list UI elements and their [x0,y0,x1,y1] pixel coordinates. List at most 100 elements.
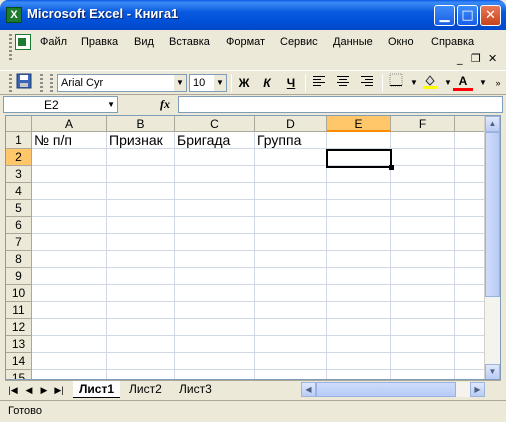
grid-cell[interactable] [107,149,175,166]
scroll-up-button[interactable]: ▲ [485,116,500,132]
grid-cell[interactable] [255,166,327,183]
grid-cell[interactable] [175,336,255,353]
grid-cell[interactable] [391,200,455,217]
column-header-f[interactable]: F [391,116,455,132]
grid-cell[interactable] [175,234,255,251]
grid-cell[interactable] [455,183,485,200]
chevron-down-icon[interactable]: ▼ [107,100,115,109]
grid-cell[interactable] [32,183,107,200]
align-right-icon[interactable] [357,73,377,93]
grid-cell[interactable] [455,234,485,251]
menu-window[interactable]: Окно [388,36,414,48]
grid-cell[interactable] [107,336,175,353]
grid-cell[interactable] [327,353,391,370]
row-header-12[interactable]: 12 [6,319,32,336]
grid-cell[interactable] [175,370,255,379]
grid-cell[interactable] [175,251,255,268]
grid-cell[interactable] [32,251,107,268]
grid-cell[interactable] [107,285,175,302]
row-header-6[interactable]: 6 [6,217,32,234]
grid-cell[interactable] [455,251,485,268]
menu-data[interactable]: Данные [333,36,373,48]
menu-file[interactable]: Файл [40,36,67,48]
grid-cell[interactable] [327,183,391,200]
column-header-d[interactable]: D [255,116,327,132]
grid-cell[interactable] [255,268,327,285]
grid-cell[interactable] [175,166,255,183]
grid-cell[interactable] [255,370,327,379]
row-header-4[interactable]: 4 [6,183,32,200]
grid-cell[interactable] [391,302,455,319]
grid-cell[interactable] [255,302,327,319]
cell-c1[interactable]: Бригада [175,132,255,149]
grid-cell[interactable] [32,149,107,166]
row-header-9[interactable]: 9 [6,268,32,285]
excel-app-icon[interactable]: X [6,7,22,23]
grid-cell[interactable] [255,234,327,251]
grid-cell[interactable] [255,149,327,166]
grid-cell[interactable] [391,149,455,166]
grid-cell[interactable] [391,319,455,336]
grid-cell[interactable] [107,370,175,379]
grid-cell[interactable] [255,200,327,217]
last-sheet-icon[interactable]: ▶| [53,383,65,397]
row-header-15[interactable]: 15 [6,370,32,379]
chevron-down-icon[interactable]: ▼ [174,75,186,91]
grid-cell[interactable] [327,166,391,183]
font-color-icon[interactable]: A [453,73,473,91]
grid-cell[interactable] [175,217,255,234]
grid-cell[interactable] [107,268,175,285]
grid-cell[interactable] [175,319,255,336]
sheet-tab-3[interactable]: Лист3 [173,381,218,398]
row-header-13[interactable]: 13 [6,336,32,353]
grid-cell[interactable] [255,251,327,268]
grid-cell[interactable] [32,268,107,285]
grid-cell[interactable] [32,217,107,234]
grid-cell[interactable] [175,353,255,370]
grid-cell[interactable] [455,149,485,166]
horizontal-scrollbar[interactable]: ◀ ▶ [301,382,485,397]
row-header-1[interactable]: 1 [6,132,32,149]
grid-cell[interactable] [107,183,175,200]
grid-cell[interactable] [391,268,455,285]
next-sheet-icon[interactable]: ▶ [38,383,50,397]
formula-input[interactable] [178,96,503,113]
workbook-minimize-button[interactable]: _ [457,52,463,65]
menu-insert[interactable]: Вставка [169,36,210,48]
font-name-select[interactable]: Arial Cyr ▼ [57,74,187,92]
grid-cell[interactable] [255,285,327,302]
close-button[interactable]: ✕ [480,5,501,26]
column-header-e[interactable]: E [327,116,391,132]
first-sheet-icon[interactable]: |◀ [7,383,19,397]
workbook-restore-button[interactable]: ❐ [471,52,481,65]
grid-cell[interactable] [391,285,455,302]
grid-cell[interactable] [107,200,175,217]
grid-cell[interactable] [327,200,391,217]
grid-cell[interactable] [455,285,485,302]
grid-cell[interactable] [175,183,255,200]
grid-cell[interactable] [455,302,485,319]
insert-function-button[interactable]: fx [160,97,170,112]
grid-cell[interactable] [327,268,391,285]
menu-tools[interactable]: Сервис [280,36,318,48]
maximize-button[interactable]: □ [457,5,478,26]
grid-cell[interactable] [455,370,485,379]
row-header-7[interactable]: 7 [6,234,32,251]
column-header-g[interactable] [455,116,485,132]
row-header-8[interactable]: 8 [6,251,32,268]
worksheet-grid[interactable]: A B C D E F 1 2 3 4 5 6 7 8 9 10 11 12 13 14 15 № п/п … [5,115,501,380]
grid-cell[interactable] [32,302,107,319]
underline-button[interactable]: Ч [281,73,301,93]
toolbar-grip-2[interactable] [40,74,43,92]
toolbar-grip-3[interactable] [50,74,53,92]
grid-cell[interactable] [107,251,175,268]
grid-cell[interactable] [391,234,455,251]
grid-cell[interactable] [455,319,485,336]
menu-grip[interactable] [9,34,12,62]
grid-cell[interactable] [32,336,107,353]
grid-cell[interactable] [455,132,485,149]
chevron-down-icon[interactable]: ▼ [214,75,226,91]
toolbar-options-icon[interactable]: » [488,73,506,93]
row-header-14[interactable]: 14 [6,353,32,370]
cell-b1[interactable]: Признак [107,132,175,149]
